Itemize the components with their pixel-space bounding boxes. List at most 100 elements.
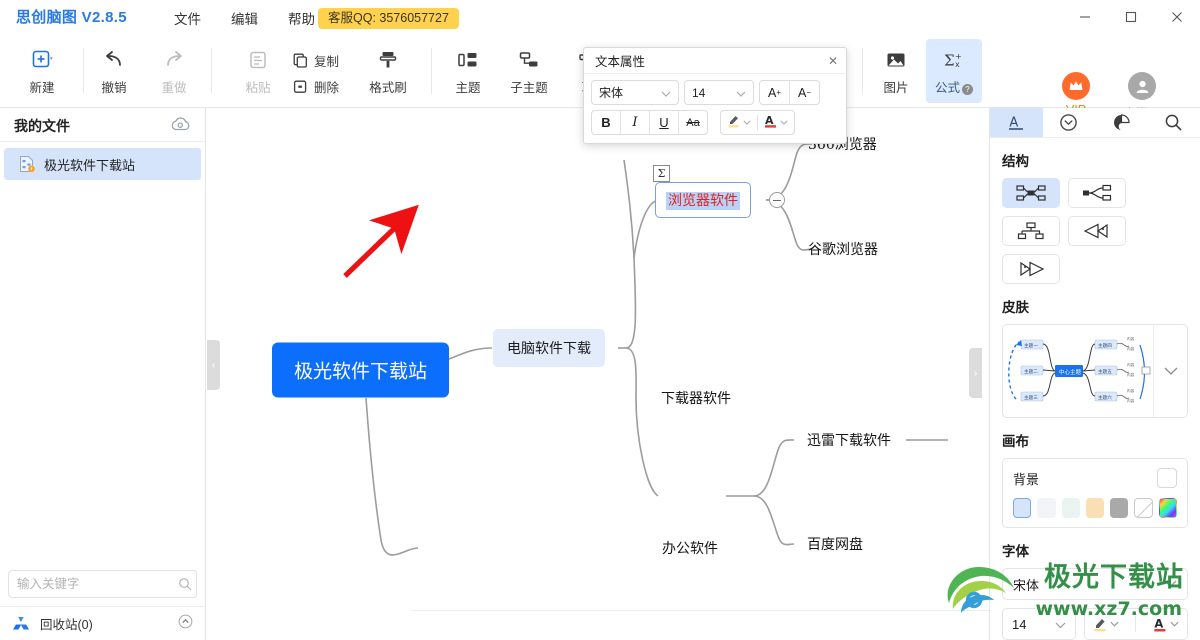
ribbon-copy-button[interactable]: 复制 bbox=[292, 51, 366, 70]
canvas-background-card: 背景 bbox=[1002, 458, 1188, 528]
italic-button[interactable]: I bbox=[621, 111, 649, 134]
cloud-icon[interactable] bbox=[170, 117, 191, 137]
ribbon-format-brush-button[interactable]: 格式刷 bbox=[360, 39, 416, 103]
panel-highlight-color-button[interactable] bbox=[1093, 616, 1119, 632]
tab-emoji[interactable] bbox=[1043, 108, 1096, 137]
font-section-title: 字体 bbox=[1002, 544, 1029, 559]
sigma-icon: Σ + x bbox=[942, 47, 966, 73]
decrease-font-button[interactable]: A − bbox=[790, 81, 819, 104]
panel-font-family-select[interactable]: 宋体 bbox=[1002, 568, 1188, 600]
search-icon[interactable] bbox=[178, 577, 192, 591]
mindmap-node-branch-2[interactable]: 下载器软件 bbox=[661, 388, 731, 408]
sigma-badge[interactable]: Σ bbox=[653, 165, 670, 182]
menu-item-help[interactable]: 帮助 bbox=[288, 8, 315, 28]
font-color-button[interactable]: A bbox=[758, 113, 794, 133]
tab-format[interactable]: A bbox=[990, 108, 1043, 137]
sidebar-file-item[interactable]: 极光软件下载站 bbox=[4, 148, 201, 180]
ribbon-formula-text: 公式 bbox=[934, 80, 960, 95]
mindmap-root-node[interactable]: 极光软件下载站 bbox=[272, 342, 450, 398]
ribbon-subtopic-button[interactable]: 子主题 bbox=[501, 39, 557, 103]
sidebar-search-box[interactable] bbox=[8, 570, 197, 598]
structure-option-logic-right[interactable] bbox=[1068, 178, 1126, 208]
structure-section-title: 结构 bbox=[1002, 154, 1029, 169]
ribbon-delete-button[interactable]: 删除 bbox=[292, 77, 366, 96]
swatch-4[interactable] bbox=[1110, 498, 1129, 518]
recycle-drive-icon bbox=[12, 616, 30, 631]
menu-item-edit[interactable]: 编辑 bbox=[231, 8, 258, 28]
right-panel-collapse-handle[interactable]: › bbox=[969, 348, 982, 398]
text-properties-close-icon[interactable]: ✕ bbox=[828, 54, 838, 68]
help-icon[interactable]: ? bbox=[962, 83, 973, 95]
canvas-section-title: 画布 bbox=[1002, 434, 1029, 449]
font-size-select[interactable]: 14 bbox=[684, 80, 754, 105]
tab-theme[interactable] bbox=[1095, 108, 1148, 137]
collapse-chevron-icon[interactable] bbox=[178, 614, 193, 634]
sidebar-header: 我的文件 bbox=[0, 108, 205, 142]
underline-button[interactable]: U bbox=[650, 111, 678, 134]
maximize-button[interactable] bbox=[1108, 0, 1154, 34]
mindmap-node-branch-1[interactable]: 谷歌浏览器 bbox=[808, 239, 878, 259]
minimize-button[interactable] bbox=[1062, 0, 1108, 34]
structure-option-org-chart[interactable] bbox=[1002, 216, 1060, 246]
structure-option-mind-map[interactable] bbox=[1002, 178, 1060, 208]
structure-option-fishbone-right[interactable] bbox=[1068, 216, 1126, 246]
color-group: A bbox=[720, 110, 795, 135]
highlighter-icon bbox=[1093, 616, 1107, 632]
canvas-status-bar: 100% bbox=[412, 610, 989, 640]
ribbon-image-button[interactable]: 图片 bbox=[868, 39, 924, 103]
mindmap-node-editing-text: 浏览器软件 bbox=[666, 192, 740, 210]
support-qq-badge[interactable]: 客服QQ: 3576057727 bbox=[318, 8, 459, 29]
swatch-none[interactable] bbox=[1134, 498, 1153, 518]
swatch-1[interactable] bbox=[1037, 498, 1056, 518]
swatch-0[interactable] bbox=[1013, 498, 1032, 518]
strikethrough-button[interactable]: Aa bbox=[679, 111, 707, 134]
mindmap-node-branch-4[interactable]: 百度网盘 bbox=[807, 534, 863, 554]
close-button[interactable] bbox=[1154, 0, 1200, 34]
bold-button[interactable]: B bbox=[592, 111, 620, 134]
canvas-background-current-swatch[interactable] bbox=[1157, 468, 1177, 488]
ribbon-redo-button[interactable]: 重做 bbox=[146, 39, 202, 103]
increase-font-button[interactable]: A + bbox=[760, 81, 789, 104]
swatch-2[interactable] bbox=[1061, 498, 1080, 518]
ribbon-topic-button[interactable]: 主题 bbox=[440, 39, 496, 103]
swatch-custom-color[interactable] bbox=[1158, 498, 1177, 518]
mindmap-node-branch-5[interactable]: 办公软件 bbox=[662, 538, 718, 558]
app-window: 思创脑图 V2.8.5 文件 编辑 帮助 客服QQ: 3576057727 新建… bbox=[0, 0, 1200, 640]
paste-icon bbox=[247, 47, 269, 73]
text-properties-dialog[interactable]: 文本属性 ✕ 宋体 14 A + A − B I U Aa A bbox=[583, 47, 847, 144]
mindmap-canvas[interactable]: 极光软件下载站 电脑软件下载 Σ 浏览器软件 360浏览器 谷歌浏览器 下载器软… bbox=[206, 108, 989, 640]
ribbon-new-button[interactable]: 新建 bbox=[14, 39, 70, 103]
skin-section-title: 皮肤 bbox=[1002, 300, 1029, 315]
menu-item-file[interactable]: 文件 bbox=[174, 8, 201, 28]
svg-text:内容: 内容 bbox=[1127, 362, 1135, 367]
redo-arrow-icon bbox=[163, 47, 185, 73]
skin-preview-box[interactable]: 中心主题 主题一 主题二 主题三 主题四 主题五 主题六 内容 内容 内容 内容… bbox=[1002, 324, 1188, 418]
ribbon-delete-label: 删除 bbox=[314, 80, 340, 95]
ribbon-undo-button[interactable]: 撤销 bbox=[86, 39, 142, 103]
panel-font-color-button[interactable]: A bbox=[1153, 616, 1179, 632]
search-icon bbox=[1164, 113, 1183, 132]
image-icon bbox=[885, 47, 907, 73]
recycle-bin-item[interactable]: 回收站(0) bbox=[0, 606, 205, 640]
chevron-down-icon bbox=[1164, 575, 1177, 593]
left-panel-collapse-handle[interactable]: ‹ bbox=[207, 340, 220, 390]
collapse-toggle-icon[interactable] bbox=[769, 192, 785, 208]
skin-more-chevron-icon[interactable] bbox=[1153, 325, 1187, 417]
skin-preview-icon: 中心主题 主题一 主题二 主题三 主题四 主题五 主题六 内容 内容 内容 内容… bbox=[1008, 336, 1151, 403]
ribbon-new-label: 新建 bbox=[29, 80, 55, 95]
mindmap-node-editing[interactable]: 浏览器软件 bbox=[655, 182, 751, 218]
mindmap-node-branch-3[interactable]: 迅雷下载软件 bbox=[807, 430, 891, 450]
highlight-color-button[interactable] bbox=[721, 113, 757, 133]
panel-font-size-select[interactable]: 14 bbox=[1002, 608, 1076, 640]
structure-option-fishbone-left[interactable] bbox=[1002, 254, 1060, 284]
font-family-select[interactable]: 宋体 bbox=[591, 80, 679, 105]
search-input[interactable] bbox=[17, 577, 178, 591]
recycle-bin-label: 回收站(0) bbox=[40, 618, 93, 632]
ribbon-paste-button[interactable]: 粘贴 bbox=[230, 39, 286, 103]
mindmap-node-level2[interactable]: 电脑软件下载 bbox=[493, 329, 605, 367]
panel-color-group: A bbox=[1084, 608, 1188, 640]
right-panel: A 结构 皮肤 中心主题 主题一 主题二 主题三 主题四 主题五 主题六 内容 … bbox=[989, 108, 1200, 640]
swatch-3[interactable] bbox=[1085, 498, 1105, 518]
tab-search[interactable] bbox=[1148, 108, 1200, 137]
ribbon-formula-button[interactable]: Σ + x 公式? bbox=[926, 39, 982, 103]
